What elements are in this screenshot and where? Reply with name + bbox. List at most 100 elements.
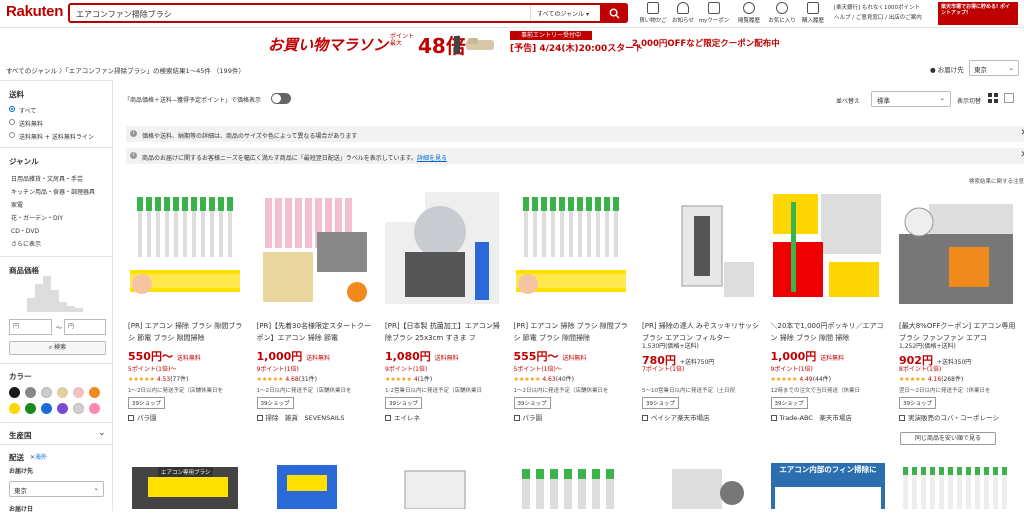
chevron-down-icon[interactable]: ⌄: [98, 428, 106, 438]
product-title[interactable]: [PR] エアコン 掃除 ブラシ 隙間ブラシ 節電 ブラシ 隙間掃除: [128, 320, 246, 346]
product-card[interactable]: [PR] エアコン 掃除 ブラシ 隙間ブラシ 節電 ブラシ 隙間掃除 550円〜 …: [124, 192, 249, 432]
star-icon: ★★★★★: [256, 376, 284, 383]
search-input[interactable]: [76, 7, 516, 21]
shop-name[interactable]: Trade-ABC 楽天市場店: [770, 412, 852, 422]
search-note-link[interactable]: 検索結果に関する注意: [969, 177, 1024, 185]
product-title[interactable]: [PR]【日本製 抗菌加工】エアコン掃除ブラシ 25x3cm すきま フ: [385, 320, 503, 346]
radio-free-shipping-line[interactable]: [9, 132, 15, 138]
color-swatch[interactable]: [73, 387, 84, 398]
rakuten-logo[interactable]: Rakuten: [6, 3, 63, 20]
header-history-label: 閲覧履歴: [737, 18, 760, 24]
header-banner[interactable]: 楽天市場でお得に貯める! ポイントアップ!: [938, 2, 1018, 25]
product-card[interactable]: [最大8%OFFクーポン] エアコン専用ブラシ ファンファン エアコ 1,252円…: [895, 192, 1020, 432]
product-card[interactable]: [PR] 掃除の達人 みぞスッキリサッシブラシ エアコン フィルター 1,530円…: [638, 192, 763, 432]
price-search-button[interactable]: ⌕ 検索: [9, 341, 106, 355]
color-swatch[interactable]: [57, 403, 68, 414]
product-image[interactable]: [642, 192, 756, 304]
header: Rakuten すべてのジャンル ▾ 買い物かご お知らせ myクーポン 閲覧履…: [0, 0, 1024, 28]
product-title[interactable]: [PR] エアコン 掃除 ブラシ 隙間ブラシ 節電 ブラシ 隙間掃除: [514, 320, 632, 346]
search-button[interactable]: [600, 3, 628, 23]
product-card[interactable]: [PR]【先着30名様限定スタートクーポン】エアコン 掃除 節電 1,000円 送…: [253, 192, 378, 432]
genre-select[interactable]: すべてのジャンル ▾: [530, 5, 602, 21]
shop-name[interactable]: 掃除 雑貨 SEVENSAILS: [256, 412, 345, 422]
color-swatch[interactable]: [89, 403, 100, 414]
radio-shipping-all[interactable]: [9, 106, 15, 112]
promo-banner[interactable]: お買い物マラソン ポイント 最大 48倍 事前エントリー受付中 [予告] 4/2…: [0, 29, 1024, 59]
shipping-option-free-line[interactable]: 送料無料 + 送料無料ライン: [19, 132, 94, 141]
color-swatch[interactable]: [25, 403, 36, 414]
deliver-select[interactable]: 東京 ⌄: [969, 60, 1019, 76]
color-swatch[interactable]: [9, 403, 20, 414]
product-image[interactable]: [128, 192, 242, 304]
product-image[interactable]: [899, 463, 1013, 509]
genre-show-more[interactable]: さらに表示: [11, 239, 41, 248]
product-points: 7ポイント(1倍): [642, 366, 685, 373]
genre-item[interactable]: 花・ガーデン・DIY: [11, 213, 63, 222]
product-card[interactable]: [PR]【日本製 抗菌加工】エアコン掃除ブラシ 25x3cm すきま フ 1,08…: [381, 192, 506, 432]
product-image[interactable]: [256, 463, 371, 509]
close-icon[interactable]: ✕: [1020, 128, 1024, 138]
product-rating[interactable]: ★★★★★ 4.49(44件): [771, 374, 832, 383]
product-image[interactable]: [899, 192, 1013, 304]
overseas-filter[interactable]: ✕海外: [30, 452, 47, 461]
shop-name[interactable]: ベイシア楽天市場店: [642, 412, 710, 422]
product-rating[interactable]: ★★★★★ 4(1件): [385, 374, 432, 383]
product-title[interactable]: [PR]【先着30名様限定スタートクーポン】エアコン 掃除 節電: [257, 320, 375, 346]
sort-select[interactable]: 標準 ⌄: [871, 91, 951, 107]
price-max-input[interactable]: [64, 319, 106, 335]
product-price-value: 1,000円: [256, 350, 303, 363]
color-swatch[interactable]: [41, 403, 52, 414]
color-swatch[interactable]: [89, 387, 100, 398]
shop-name[interactable]: パラ園: [128, 412, 157, 422]
search-bar: すべてのジャンル ▾: [68, 3, 628, 23]
product-image[interactable]: [770, 192, 885, 304]
product-title[interactable]: ＼20本で1,000円ポッキリ／エアコン 掃除 ブラシ 隙間 掃除: [771, 320, 889, 346]
notice-detail-link[interactable]: 詳細を見る: [417, 155, 447, 162]
product-image[interactable]: [256, 192, 371, 304]
color-swatch[interactable]: [25, 387, 36, 398]
product-image[interactable]: [513, 192, 628, 304]
genre-item[interactable]: 家電: [11, 200, 23, 209]
shop-name[interactable]: エイレネ: [385, 412, 420, 422]
product-card[interactable]: ＼20本で1,000円ポッキリ／エアコン 掃除 ブラシ 隙間 掃除 1,000円 …: [767, 192, 892, 432]
product-card[interactable]: [PR] エアコン 掃除 ブラシ 隙間ブラシ 節電 ブラシ 隙間掃除 555円〜 …: [510, 192, 635, 432]
shipping-option-all[interactable]: すべて: [19, 106, 36, 115]
bank-link[interactable]: [楽天銀行] もれなく1000ポイント: [834, 3, 922, 13]
genre-item[interactable]: キッチン用品・食器・調理器具: [11, 187, 95, 196]
header-coupon[interactable]: myクーポン: [696, 2, 732, 24]
product-rating[interactable]: ★★★★★ 4.53(77件): [128, 374, 189, 383]
origin-title[interactable]: 生産国: [9, 430, 32, 441]
color-swatch[interactable]: [57, 387, 68, 398]
price-toggle-switch[interactable]: [271, 93, 291, 104]
shipping-option-free[interactable]: 送料無料: [19, 119, 43, 128]
sidebar-deliver-select[interactable]: 東京 ⌄: [9, 481, 104, 497]
color-swatch[interactable]: [41, 387, 52, 398]
product-rating[interactable]: ★★★★★ 4.16(268件): [899, 374, 963, 383]
list-view-icon[interactable]: [1004, 93, 1014, 103]
shop-name[interactable]: パラ園: [513, 412, 542, 422]
genre-item[interactable]: CD・DVD: [11, 226, 39, 235]
shop-icon: [513, 415, 520, 421]
product-shipping: 送料無料: [820, 355, 845, 362]
product-image[interactable]: [385, 463, 499, 509]
product-image[interactable]: [513, 463, 628, 509]
product-image[interactable]: [642, 463, 756, 509]
same-product-button[interactable]: 同じ商品を安い順で見る: [900, 432, 996, 445]
grid-view-icon[interactable]: [988, 93, 998, 103]
product-image[interactable]: [385, 192, 499, 304]
product-rating[interactable]: ★★★★★ 4.63(40件): [514, 374, 575, 383]
header-history[interactable]: 閲覧履歴: [731, 2, 767, 24]
close-icon[interactable]: ✕: [1020, 150, 1024, 160]
product-rating[interactable]: ★★★★★ 4.68(31件): [257, 374, 318, 383]
product-shipping: 送料無料: [306, 355, 331, 362]
price-min-input[interactable]: [9, 319, 52, 335]
rating-value: 4.63: [542, 376, 556, 383]
help-links[interactable]: ヘルプ / ご意見窓口 / 出店のご案内: [834, 13, 922, 23]
header-purchase-history[interactable]: 購入履歴: [795, 2, 831, 24]
genre-item[interactable]: 日用品雑貨・文房具・手芸: [11, 174, 83, 183]
color-swatch[interactable]: [73, 403, 84, 414]
notice-delivery: i 商品のお届けに関するお客様ニーズを幅広く満たす商品に「最短翌日配送」ラベルを表…: [126, 148, 1024, 164]
radio-free-shipping[interactable]: [9, 119, 15, 125]
color-swatch[interactable]: [9, 387, 20, 398]
shop-name[interactable]: 実演販売のコバ・コーポレーシ: [899, 412, 999, 422]
